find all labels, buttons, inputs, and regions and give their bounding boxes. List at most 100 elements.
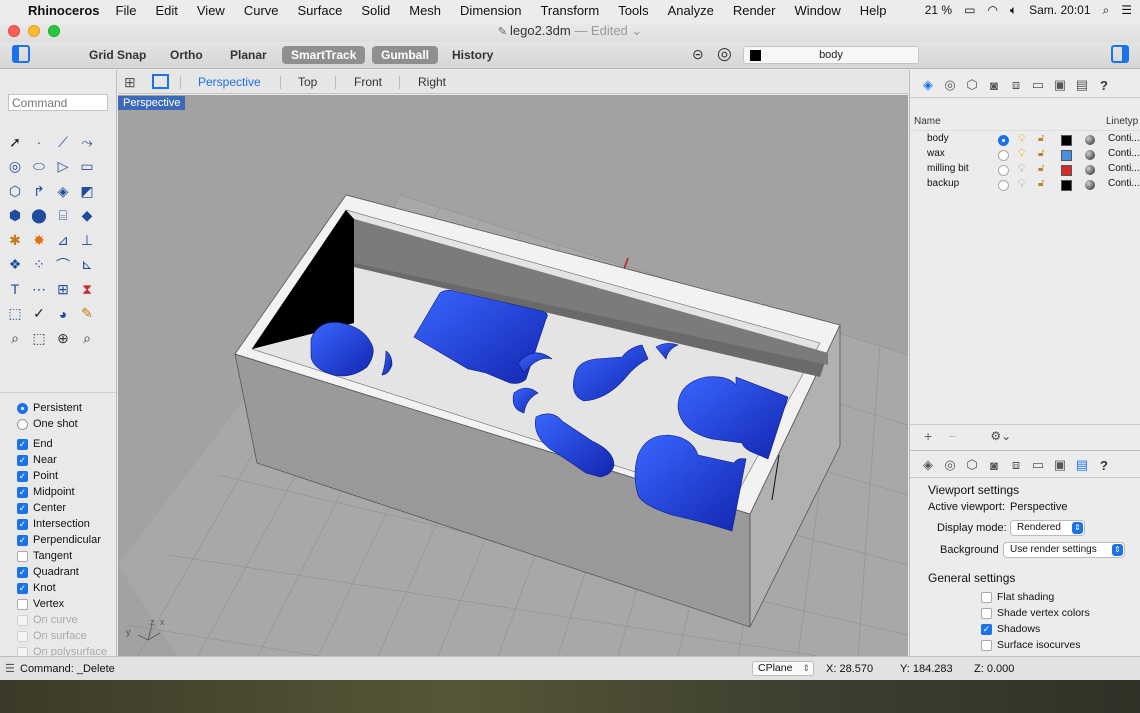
point-tool-icon[interactable]: ∙ [28, 131, 50, 153]
group-tool-icon[interactable]: ❖ [4, 254, 26, 276]
single-viewport-icon[interactable] [152, 74, 169, 89]
osnap-item[interactable]: Tangent [17, 548, 117, 564]
linetype-value[interactable]: Conti... [1108, 133, 1140, 144]
explode-tool-icon[interactable]: ✸ [28, 229, 50, 251]
gumball-toggle[interactable]: Gumball [372, 46, 439, 64]
transform-tool-icon[interactable]: ✱ [4, 229, 26, 251]
object-properties-icon[interactable]: ⬡ [964, 457, 980, 473]
display-mode-select[interactable]: Rendered [1010, 520, 1085, 536]
osnap-item[interactable]: ✓ End [17, 436, 117, 452]
current-layer-radio[interactable] [998, 150, 1009, 161]
camera-panel-icon[interactable]: ◙ [986, 458, 1002, 473]
menu-curve[interactable]: Curve [244, 3, 279, 18]
layers-panel-icon[interactable]: ◈ [920, 77, 936, 93]
clock[interactable]: Sam. 20:01 [1029, 3, 1090, 17]
lock-icon[interactable]: 🔓︎ [1038, 148, 1044, 159]
background-select[interactable]: Use render settings [1003, 542, 1125, 558]
render-tool-icon[interactable]: ◕ [52, 303, 74, 325]
osnap-item[interactable]: ✓ Near [17, 452, 117, 468]
lock-icon[interactable]: 🔓︎ [1038, 133, 1044, 144]
material-sphere-icon[interactable] [1085, 165, 1095, 175]
osnap-item[interactable]: ✓ Center [17, 500, 117, 516]
tab-top[interactable]: Top [298, 75, 317, 89]
layer-options-gear-icon[interactable]: ⚙⌄ [990, 429, 1011, 443]
history-tool-icon[interactable]: ⧗ [76, 278, 98, 300]
menu-transform[interactable]: Transform [540, 3, 599, 18]
layer-row[interactable]: wax 💡︎ 🔓︎ Conti... [910, 148, 1140, 163]
linetype-value[interactable]: Conti... [1108, 148, 1140, 159]
linetype-value[interactable]: Conti... [1108, 178, 1140, 189]
close-window-button[interactable] [8, 25, 20, 37]
material-sphere-icon[interactable] [1085, 150, 1095, 160]
menu-analyze[interactable]: Analyze [668, 3, 714, 18]
checkbox-icon[interactable]: ✓ [17, 486, 28, 498]
osnap-item[interactable]: Vertex [17, 596, 117, 612]
check-tool-icon[interactable]: ✓ [28, 303, 50, 325]
texture-panel-icon[interactable]: ⧈ [1008, 77, 1024, 93]
linetype-value[interactable]: Conti... [1108, 163, 1140, 174]
boolean-tool-icon[interactable]: ⬤ [28, 205, 50, 227]
material-sphere-icon[interactable] [1085, 180, 1095, 190]
zoom-tool-icon[interactable]: ⌕ [4, 327, 26, 349]
layer-row[interactable]: milling bit 💡︎ 🔓︎ Conti... [910, 163, 1140, 178]
paint-tool-icon[interactable]: ✎ [76, 303, 98, 325]
surface-tool-icon[interactable]: ◈ [52, 180, 74, 202]
checkbox-icon[interactable]: ✓ [981, 623, 992, 635]
curve-tool-icon[interactable]: ⤳ [76, 131, 98, 153]
toggle-right-sidebar-button[interactable] [1111, 45, 1129, 63]
layer-color-swatch[interactable] [1061, 180, 1072, 191]
spotlight-search-icon[interactable]: ⌕ [1103, 3, 1110, 18]
four-viewports-icon[interactable]: ⊞ [124, 74, 136, 91]
radio-icon[interactable] [17, 418, 28, 430]
checkbox-icon[interactable]: ✓ [17, 470, 28, 482]
menu-file[interactable]: File [116, 3, 137, 18]
menu-surface[interactable]: Surface [298, 3, 343, 18]
radio-icon[interactable] [17, 402, 28, 414]
grid-snap-toggle[interactable]: Grid Snap [80, 46, 155, 64]
menu-window[interactable]: Window [794, 3, 840, 18]
checkbox-icon[interactable] [981, 607, 992, 619]
checkbox-icon[interactable] [981, 639, 992, 651]
ortho-toggle[interactable]: Ortho [161, 46, 212, 64]
menu-edit[interactable]: Edit [155, 3, 177, 18]
layer-color-swatch[interactable] [1061, 150, 1072, 161]
layers-panel-icon[interactable]: ◈ [920, 457, 936, 473]
checkbox-icon[interactable]: ✓ [17, 534, 28, 546]
lightbulb-icon[interactable]: 💡︎ [1018, 148, 1026, 161]
checkbox-icon[interactable]: ✓ [17, 454, 28, 466]
loft-tool-icon[interactable]: ◩ [76, 180, 98, 202]
smarttrack-toggle[interactable]: SmartTrack [282, 46, 366, 64]
view-option[interactable]: Flat shading [981, 589, 1054, 605]
osnap-item[interactable]: ✓ Quadrant [17, 564, 117, 580]
tab-perspective[interactable]: Perspective [198, 75, 261, 89]
notes-panel-icon[interactable]: ▭ [1030, 77, 1046, 93]
cylinder-tool-icon[interactable]: ⌸ [52, 205, 74, 227]
display-panel-icon[interactable]: ▣ [1052, 77, 1068, 93]
menu-render[interactable]: Render [733, 3, 776, 18]
dimension-tool-icon[interactable]: ⊾ [76, 254, 98, 276]
lightbulb-icon[interactable]: 💡︎ [1018, 133, 1026, 146]
layer-row[interactable]: body 💡︎ 🔓︎ Conti... [910, 133, 1140, 148]
tab-front[interactable]: Front [354, 75, 382, 89]
view-option[interactable]: Shade vertex colors [981, 605, 1090, 621]
add-layer-icon[interactable]: + [924, 428, 932, 444]
layer-name[interactable]: milling bit [927, 163, 969, 174]
cplane-origin-icon[interactable]: ⊝ [692, 46, 704, 63]
volume-icon[interactable]: 🔈︎ [1010, 3, 1017, 18]
app-menu[interactable]: Rhinoceros [28, 3, 100, 18]
notes-panel-icon[interactable]: ▭ [1030, 457, 1046, 473]
menu-help[interactable]: Help [860, 3, 887, 18]
view-option[interactable]: Surface isocurves [981, 637, 1080, 653]
viewport-title-label[interactable]: Perspective [118, 96, 186, 110]
current-layer-radio[interactable] [998, 135, 1009, 146]
lock-icon[interactable]: 🔓︎ [1038, 178, 1044, 189]
perspective-viewport[interactable]: y z x Perspective [118, 95, 908, 656]
wifi-icon[interactable]: ◠ [987, 3, 997, 17]
polygon-tool-icon[interactable]: ▷ [52, 156, 74, 178]
layer-name[interactable]: wax [927, 148, 945, 159]
display-settings-icon[interactable]: ▤ [1074, 77, 1090, 93]
lightbulb-icon[interactable]: 💡︎ [1018, 178, 1026, 191]
text-tool-icon[interactable]: T [4, 278, 26, 300]
planar-toggle[interactable]: Planar [221, 46, 276, 64]
checkbox-icon[interactable]: ✓ [17, 518, 28, 530]
